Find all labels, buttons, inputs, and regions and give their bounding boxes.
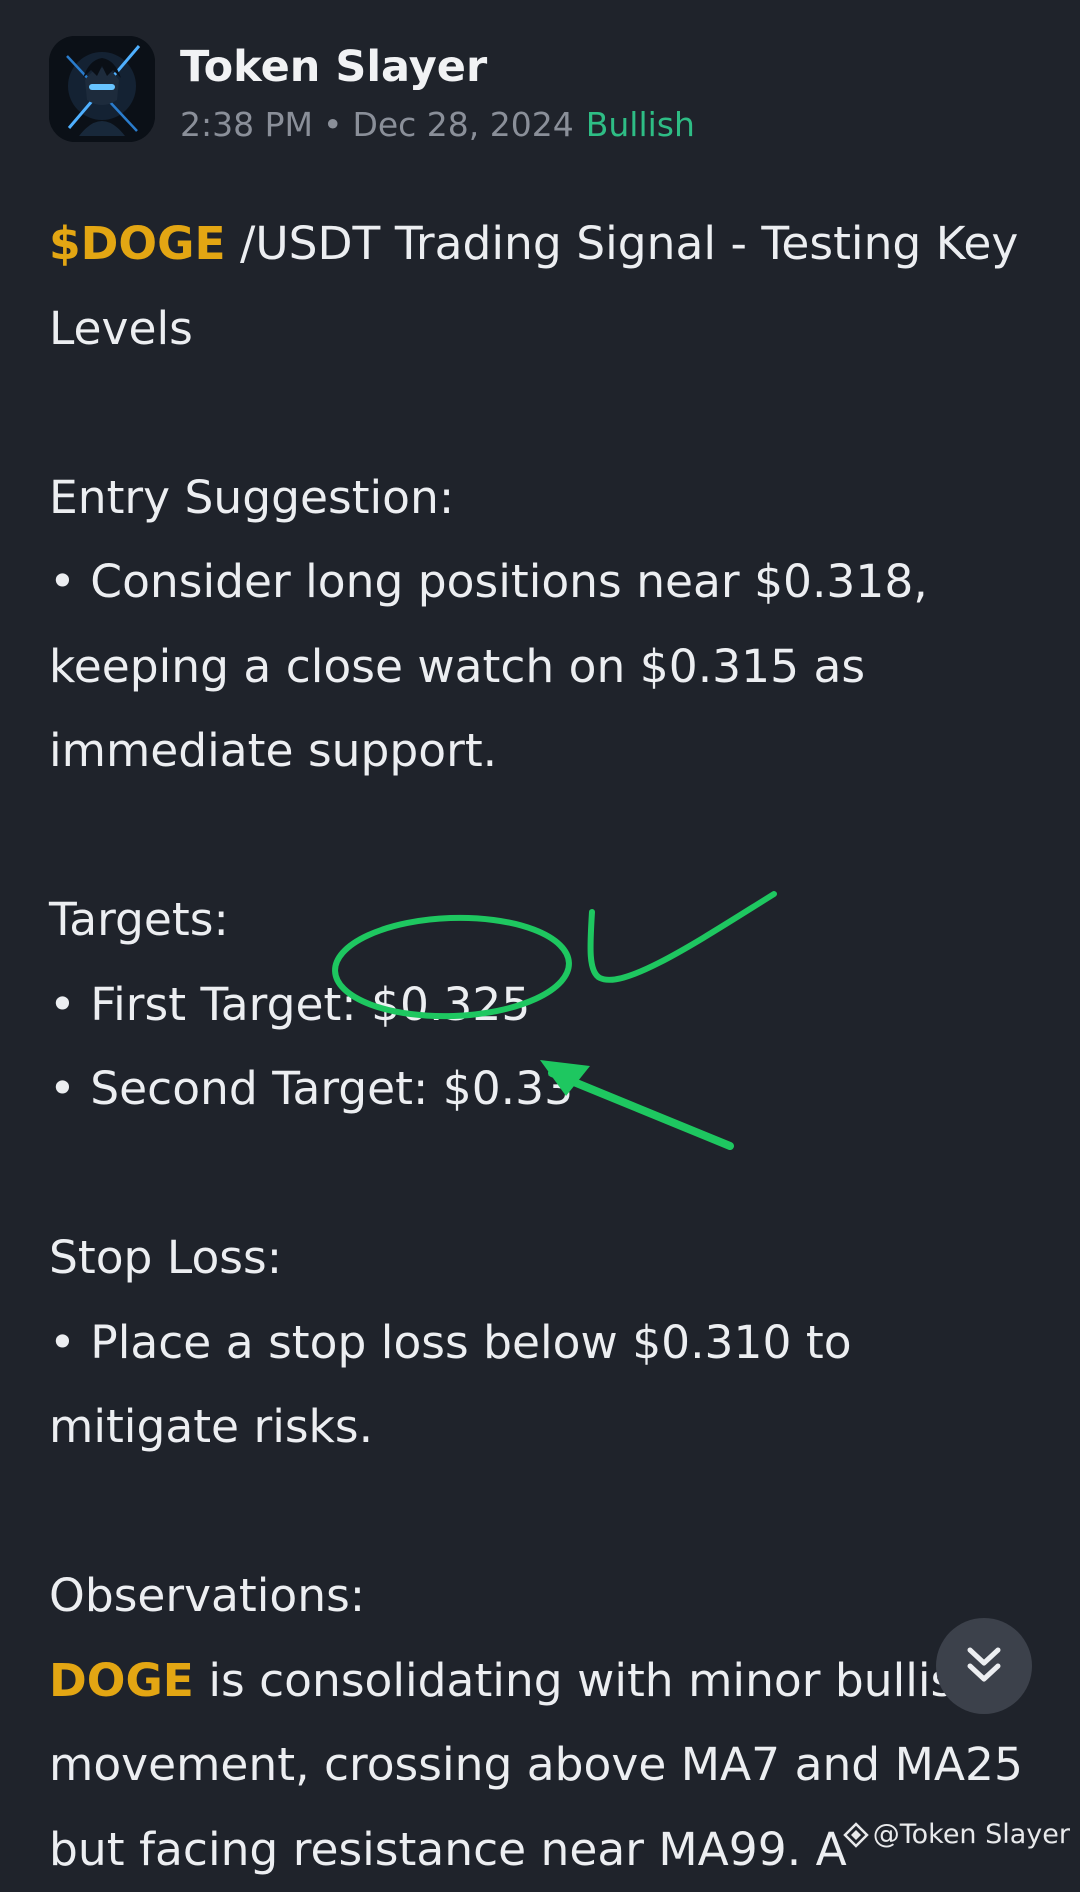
author-avatar[interactable] [49, 36, 155, 142]
scroll-down-button[interactable] [936, 1618, 1032, 1714]
sentiment-badge: Bullish [586, 105, 695, 144]
ninja-avatar-icon [49, 36, 155, 142]
post-title-text: /USDT Trading Signal - Testing Key [226, 217, 1019, 270]
entry-text-line-2: keeping a close watch on $0.315 as [49, 625, 1049, 710]
stop-loss-heading: Stop Loss: [49, 1216, 1049, 1301]
post-date: Dec 28, 2024 [352, 105, 573, 144]
doge-ticker-link[interactable]: DOGE [49, 1654, 194, 1707]
author-name[interactable]: Token Slayer [180, 38, 695, 96]
observations-text: is consolidating with minor bullish [194, 1654, 983, 1707]
binance-square-icon [843, 1822, 869, 1848]
spacer [49, 794, 1049, 879]
stop-loss-line-2: mitigate risks. [49, 1385, 1049, 1470]
post-meta: 2:38 PM • Dec 28, 2024 Bullish [180, 102, 695, 148]
post-time: 2:38 PM [180, 105, 313, 144]
first-target: • First Target: $0.325 [49, 963, 1049, 1048]
meta-separator: • [323, 105, 342, 144]
spacer [49, 1470, 1049, 1555]
watermark: @Token Slayer [843, 1819, 1070, 1850]
post-header: Token Slayer 2:38 PM • Dec 28, 2024 Bullish [49, 36, 695, 148]
second-target: • Second Target: $0.33 [49, 1047, 1049, 1132]
entry-heading: Entry Suggestion: [49, 456, 1049, 541]
observations-heading: Observations: [49, 1554, 1049, 1639]
targets-heading: Targets: [49, 878, 1049, 963]
post-title-line-1: $DOGE /USDT Trading Signal - Testing Key [49, 202, 1049, 287]
entry-text-line-1: • Consider long positions near $0.318, [49, 540, 1049, 625]
ticker-link[interactable]: $DOGE [49, 217, 226, 270]
post-title-line-2: Levels [49, 287, 1049, 372]
post-content: $DOGE /USDT Trading Signal - Testing Key… [49, 202, 1049, 1892]
watermark-text: @Token Slayer [873, 1819, 1070, 1850]
spacer [49, 1132, 1049, 1217]
entry-text-line-3: immediate support. [49, 709, 1049, 794]
observations-line-1: DOGE is consolidating with minor bullish [49, 1639, 1049, 1724]
observations-line-2: movement, crossing above MA7 and MA25 [49, 1723, 1049, 1808]
double-chevron-down-icon [962, 1644, 1006, 1688]
spacer [49, 371, 1049, 456]
stop-loss-line-1: • Place a stop loss below $0.310 to [49, 1301, 1049, 1386]
